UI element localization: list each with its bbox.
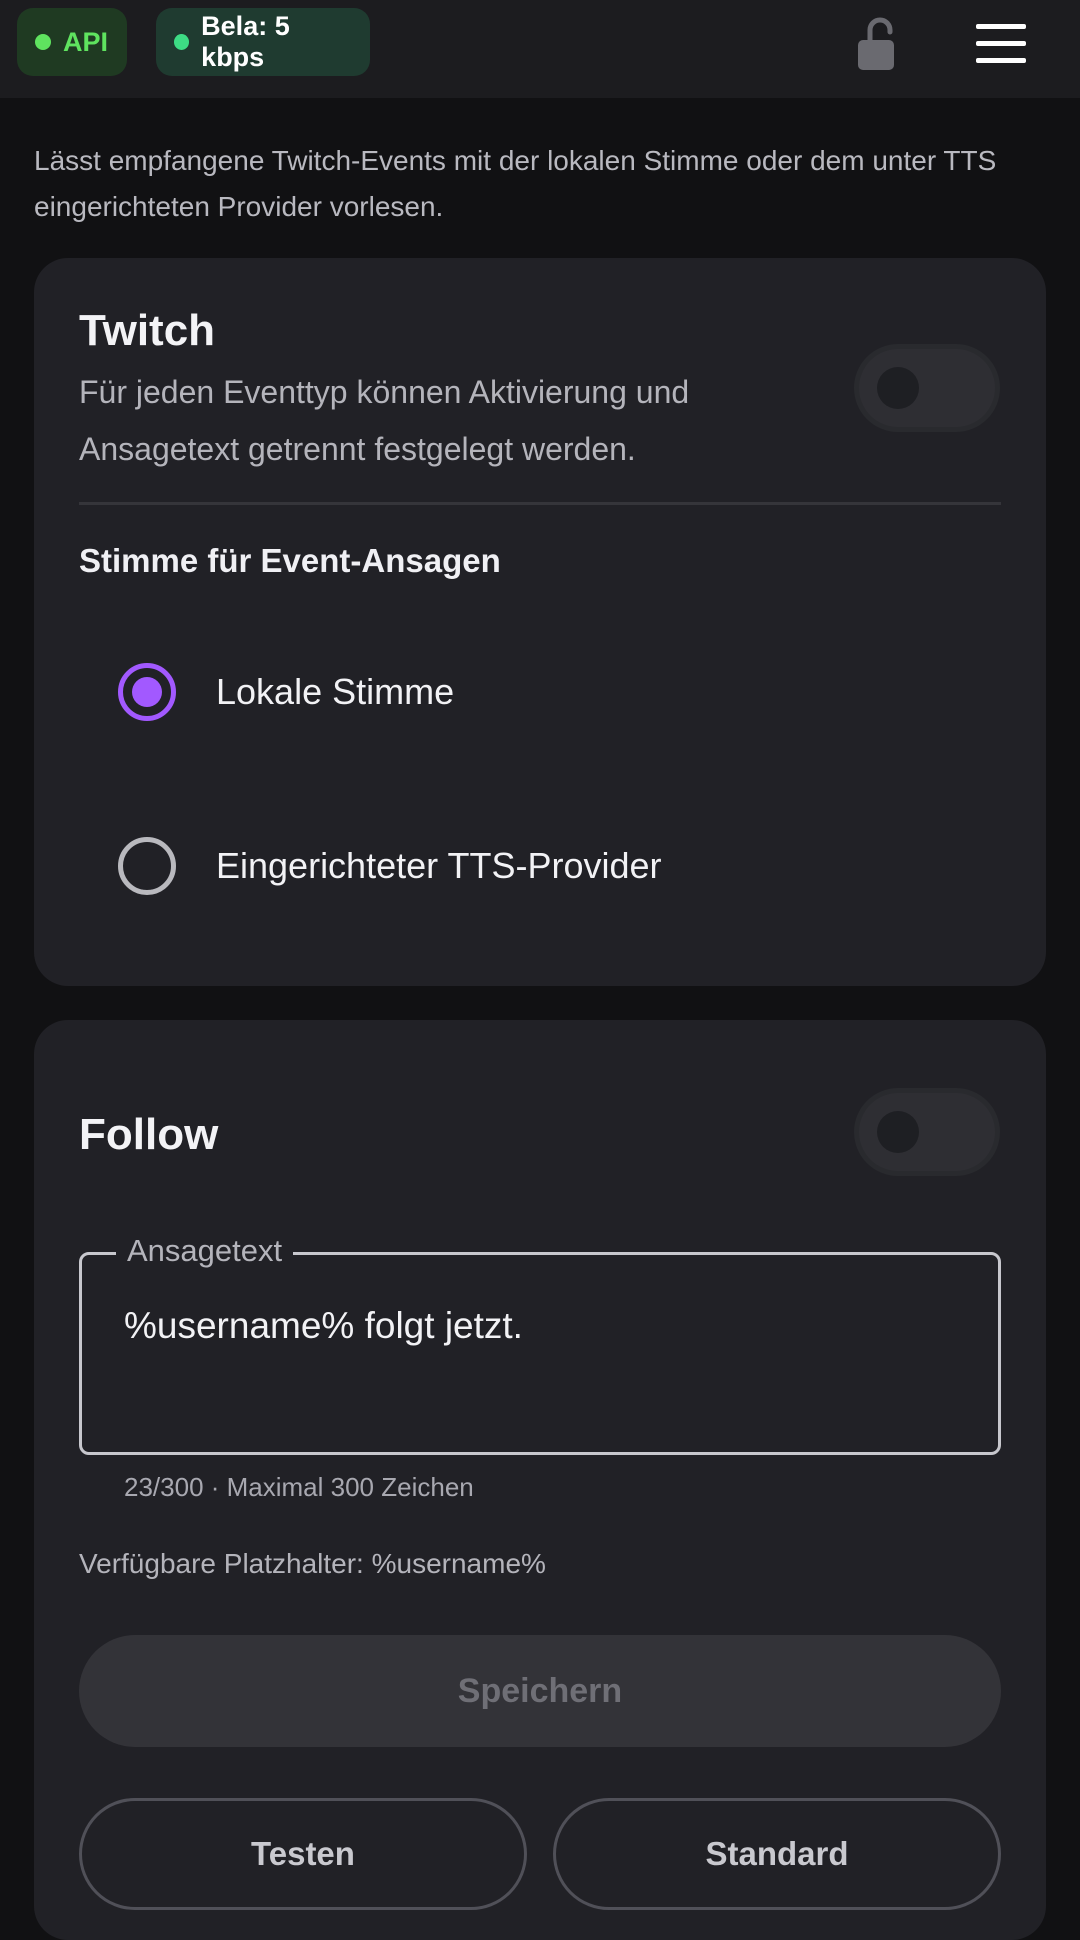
character-counter: 23/300 · Maximal 300 Zeichen: [124, 1472, 474, 1502]
voice-option-tts-provider[interactable]: Eingerichteter TTS-Provider: [118, 826, 662, 906]
api-status-chip[interactable]: API: [17, 8, 127, 76]
api-status-dot-icon: [35, 34, 51, 50]
follow-card-title: Follow: [79, 1110, 219, 1159]
top-app-bar: API Bela: 5 kbps: [0, 0, 1080, 98]
voice-option-label: Eingerichteter TTS-Provider: [216, 845, 662, 886]
test-button[interactable]: Testen: [79, 1798, 527, 1910]
voice-option-label: Lokale Stimme: [216, 671, 455, 712]
default-button[interactable]: Standard: [553, 1798, 1001, 1910]
radio-button-checked[interactable]: [118, 663, 176, 721]
announcement-text-field[interactable]: Ansagetext %username% folgt jetzt.: [79, 1233, 1001, 1455]
save-button[interactable]: Speichern: [79, 1635, 1001, 1747]
toggle-knob: [877, 367, 919, 409]
follow-event-card: Follow Ansagetext %username% folgt jetzt…: [34, 1020, 1046, 1940]
follow-enable-toggle[interactable]: [854, 1088, 1000, 1176]
twitch-card-title: Twitch: [79, 306, 216, 355]
api-status-label: API: [63, 26, 109, 57]
bitrate-status-label: Bela: 5 kbps: [201, 11, 290, 72]
voice-section-label: Stimme für Event-Ansagen: [79, 542, 501, 579]
twitch-card-description: Für jeden Eventtyp können Aktivierung un…: [79, 374, 690, 467]
toggle-knob: [877, 1111, 919, 1153]
twitch-settings-card: Twitch Für jeden Eventtyp können Aktivie…: [34, 258, 1046, 986]
section-divider: [79, 502, 1001, 505]
unlocked-padlock-icon[interactable]: [852, 16, 902, 72]
available-placeholders: Verfügbare Platzhalter: %username%: [79, 1548, 546, 1579]
bitrate-status-chip[interactable]: Bela: 5 kbps: [156, 8, 370, 76]
twitch-enable-toggle[interactable]: [854, 344, 1000, 432]
hamburger-menu-icon[interactable]: [970, 20, 1032, 68]
voice-option-local[interactable]: Lokale Stimme: [118, 652, 454, 732]
bitrate-status-dot-icon: [174, 34, 190, 50]
intro-description: Lässt empfangene Twitch-Events mit der l…: [34, 145, 997, 222]
announcement-field-value[interactable]: %username% folgt jetzt.: [124, 1305, 523, 1347]
radio-button-unchecked[interactable]: [118, 837, 176, 895]
announcement-field-label: Ansagetext: [116, 1233, 294, 1269]
